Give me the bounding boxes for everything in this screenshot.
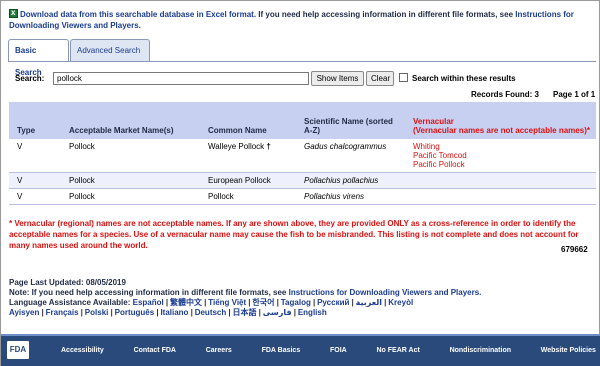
lang-link-korean[interactable]: 한국어 — [252, 298, 274, 307]
footer-note: Note: If you need help accessing informa… — [9, 288, 597, 298]
lang-link-japanese[interactable]: 日本語 — [233, 308, 257, 317]
top-note-text: If you need help accessing information i… — [256, 10, 516, 19]
col-vernacular: Vernacular (Vernacular names are not acc… — [405, 102, 596, 139]
lang-link-polski[interactable]: Polski — [85, 308, 109, 317]
fda-footer-nav: Accessibility Contact FDA Careers FDA Ba… — [61, 347, 596, 354]
footer-link-contact[interactable]: Contact FDA — [134, 347, 176, 354]
lang-link-portugues[interactable]: Português — [115, 308, 155, 317]
lang-link-farsi[interactable]: فارسی — [263, 308, 292, 317]
cell-type: V — [9, 188, 61, 205]
language-assistance: Language Assistance Available: Español | 繁… — [9, 298, 414, 317]
common-name-text: Walleye Pollock — [208, 142, 265, 151]
show-items-button[interactable]: Show Items — [311, 71, 364, 86]
search-within-checkbox[interactable] — [399, 73, 408, 82]
top-note: Download data from this searchable datab… — [9, 7, 595, 31]
footer-link-nondiscrimination[interactable]: Nondiscrimination — [450, 347, 511, 354]
footer-link-careers[interactable]: Careers — [206, 347, 232, 354]
lang-link-italiano[interactable]: Italiano — [160, 308, 188, 317]
vernacular-name: Pacific Tomcod — [413, 151, 467, 160]
table-header-row: Type Acceptable Market Name(s) Common Na… — [9, 102, 596, 139]
vernacular-name: Whiting — [413, 142, 440, 151]
lang-link-english[interactable]: English — [298, 308, 327, 317]
cell-scientific-name: Pollachius pollachius — [296, 172, 405, 189]
vernacular-subtitle: (Vernacular names are not acceptable nam… — [413, 126, 590, 135]
search-input[interactable] — [53, 72, 309, 85]
tab-basic-search[interactable]: Basic Search — [8, 39, 69, 77]
cell-scientific-name: Gadus chalcogrammus — [296, 139, 405, 173]
excel-icon[interactable] — [9, 7, 18, 18]
last-updated: Page Last Updated: 08/05/2019 — [9, 278, 126, 287]
lang-link-chinese[interactable]: 繁體中文 — [170, 298, 202, 307]
cell-common-name: European Pollock — [200, 172, 296, 189]
cell-market-name: Pollock — [61, 172, 200, 189]
tab-divider — [8, 61, 596, 62]
vernacular-title: Vernacular — [413, 117, 454, 126]
download-excel-link[interactable]: Download data from this searchable datab… — [20, 10, 256, 19]
vernacular-name: Pacific Pollock — [413, 160, 465, 169]
lang-link-espanol[interactable]: Español — [133, 298, 164, 307]
lang-link-vietnamese[interactable]: Tiếng Việt — [208, 298, 246, 307]
table-row: V Pollock Walleye Pollock † Gadus chalco… — [9, 139, 596, 173]
cell-market-name: Pollock — [61, 139, 200, 173]
cell-common-name: Walleye Pollock † — [200, 139, 296, 173]
footer-link-policies[interactable]: Website Policies — [541, 347, 596, 354]
results-table: Type Acceptable Market Name(s) Common Na… — [9, 102, 596, 205]
tab-advanced-search[interactable]: Advanced Search — [70, 39, 150, 61]
search-within-label: Search within these results — [412, 74, 516, 83]
footer-info: Page Last Updated: 08/05/2019 Note: If y… — [9, 278, 597, 318]
lang-link-arabic[interactable]: العربية — [356, 298, 382, 307]
language-label: Language Assistance Available: — [9, 298, 133, 307]
footer-instructions-link[interactable]: Instructions for Downloading Viewers and… — [289, 288, 482, 297]
footer-link-no-fear[interactable]: No FEAR Act — [377, 347, 420, 354]
footer-link-foia[interactable]: FOIA — [330, 347, 347, 354]
table-row: V Pollock Pollock Pollachius virens — [9, 188, 596, 205]
cell-type: V — [9, 172, 61, 189]
lang-link-francais[interactable]: Français — [46, 308, 79, 317]
lang-link-deutsch[interactable]: Deutsch — [195, 308, 227, 317]
cell-type: V — [9, 139, 61, 173]
footer-link-accessibility[interactable]: Accessibility — [61, 347, 104, 354]
search-row: Search: Show Items Clear Search within t… — [15, 71, 595, 86]
cell-scientific-name: Pollachius virens — [296, 188, 405, 205]
visit-counter: 679662 — [561, 245, 588, 254]
cell-vernacular — [405, 188, 596, 205]
col-common-name: Common Name — [200, 102, 296, 139]
records-found: Records Found: 3 — [471, 90, 540, 99]
footer-note-text: Note: If you need help accessing informa… — [9, 288, 289, 297]
fda-footer-bar: FDA Accessibility Contact FDA Careers FD… — [1, 334, 600, 366]
cell-vernacular: Whiting Pacific Tomcod Pacific Pollock — [405, 139, 596, 173]
search-label: Search: — [15, 74, 45, 83]
cell-market-name: Pollock — [61, 188, 200, 205]
clear-button[interactable]: Clear — [366, 71, 394, 86]
vernacular-warning: * Vernacular (regional) names are not ac… — [9, 219, 579, 250]
lang-link-tagalog[interactable]: Tagalog — [281, 298, 311, 307]
page-indicator: Page 1 of 1 — [553, 90, 596, 99]
fda-logo[interactable]: FDA — [7, 341, 29, 359]
lang-link-russian[interactable]: Русский — [317, 298, 349, 307]
cell-common-name: Pollock — [200, 188, 296, 205]
col-scientific-name[interactable]: Scientific Name (sorted A-Z) — [296, 102, 405, 139]
cell-vernacular — [405, 172, 596, 189]
col-market-name: Acceptable Market Name(s) — [61, 102, 200, 139]
col-type: Type — [9, 102, 61, 139]
footer-link-basics[interactable]: FDA Basics — [262, 347, 301, 354]
dagger-icon: † — [266, 142, 271, 151]
page-frame: Download data from this searchable datab… — [0, 0, 600, 366]
table-row: V Pollock European Pollock Pollachius po… — [9, 172, 596, 189]
